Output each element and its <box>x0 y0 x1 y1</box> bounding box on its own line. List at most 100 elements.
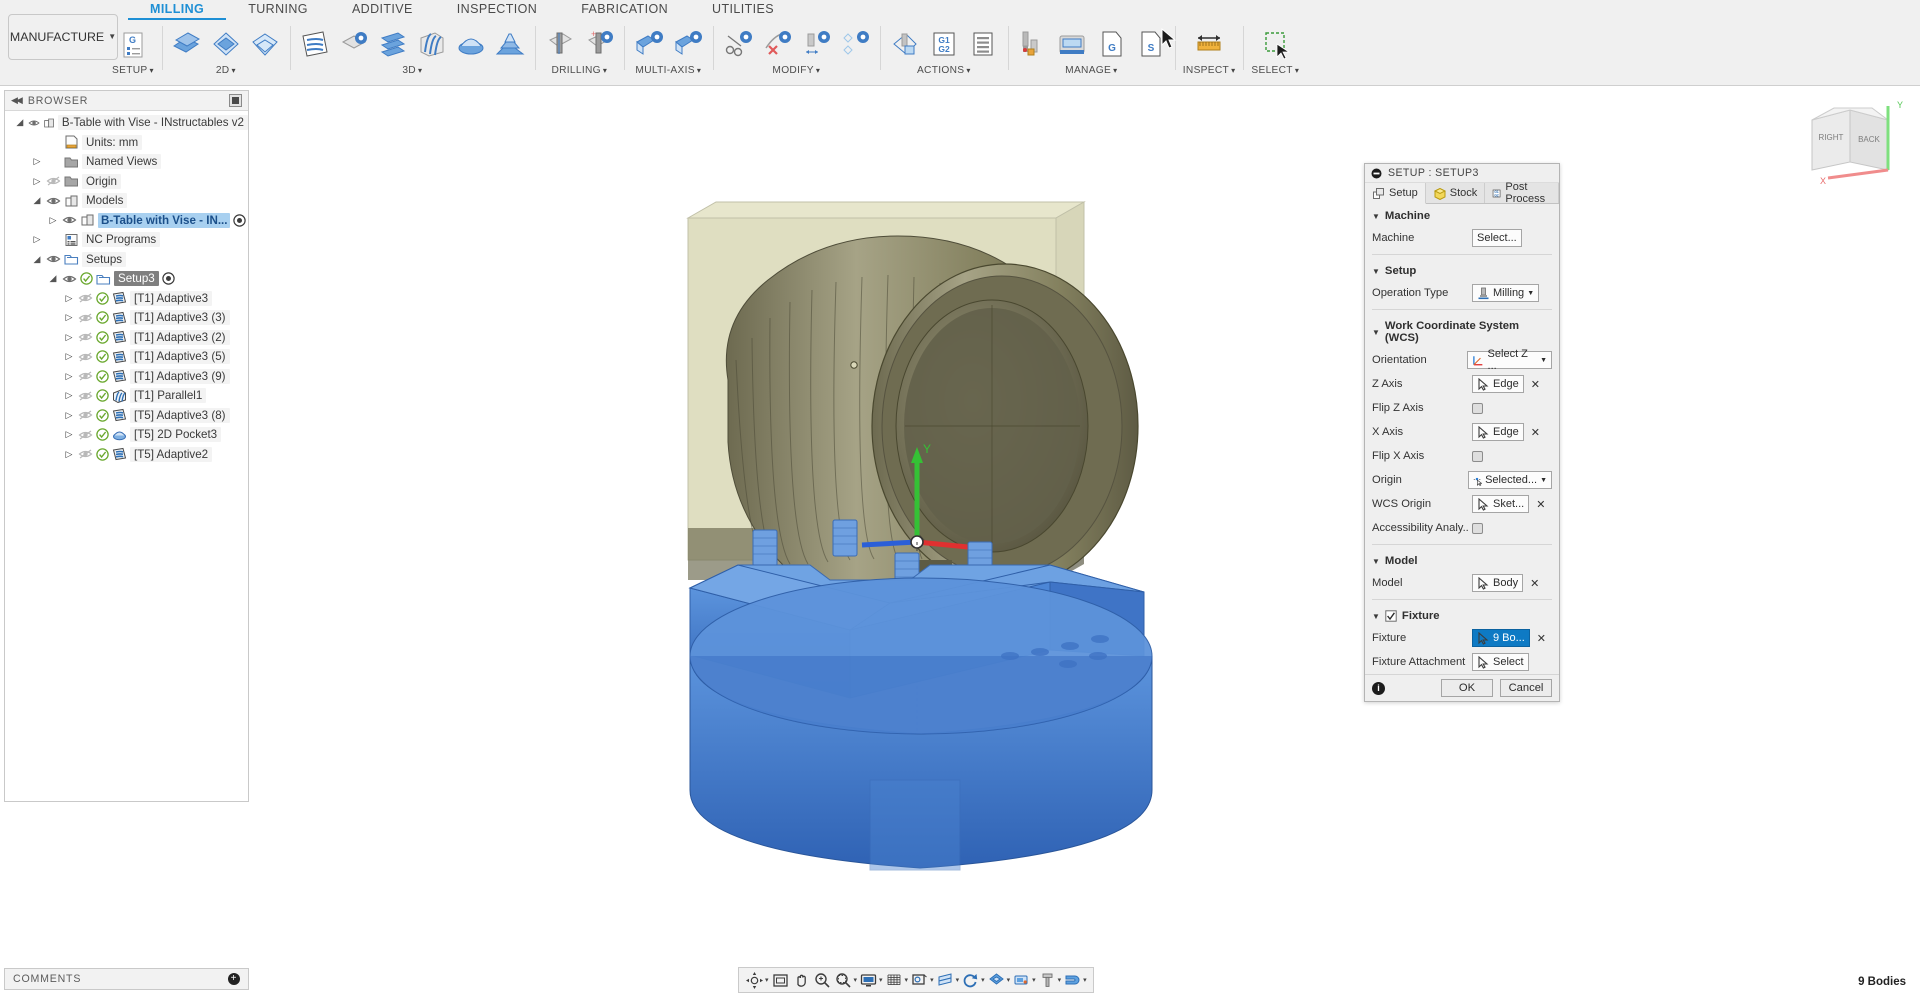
nav-section-analysis[interactable]: ▾ <box>936 971 959 990</box>
chevron-down-icon[interactable]: ▾ <box>1295 66 1299 75</box>
panel-label[interactable]: ACTIONS ▾ <box>917 65 971 76</box>
setup-g-code-icon[interactable]: G <box>116 28 150 64</box>
visibility-eye-off-icon[interactable] <box>78 448 93 460</box>
field-control[interactable]: Body <box>1472 574 1524 592</box>
tree-row[interactable]: Origin <box>5 172 248 192</box>
chevron-down-icon[interactable]: ▼ <box>1540 357 1547 364</box>
chevron-down-icon[interactable]: ▾ <box>1231 66 1235 75</box>
field-control[interactable]: Selected... ▼ <box>1467 471 1552 489</box>
expand-arrow-closed-icon[interactable] <box>31 234 43 245</box>
section-checkbox[interactable] <box>1385 610 1397 622</box>
chevron-down-icon[interactable]: ▾ <box>231 66 235 75</box>
field-checkbox[interactable] <box>1472 450 1483 462</box>
spiral-icon[interactable] <box>493 28 527 64</box>
clear-selection-icon[interactable]: ✕ <box>1528 378 1543 391</box>
visibility-eye-icon[interactable] <box>62 273 77 285</box>
setup-tab-post-process[interactable]: G1 G2 Post Process <box>1485 181 1559 205</box>
pocket-2d-icon[interactable] <box>209 28 243 64</box>
chevron-down-icon[interactable]: ▼ <box>1540 477 1547 484</box>
chevron-down-icon[interactable]: ▾ <box>1007 976 1011 984</box>
comments-bar[interactable]: COMMENTS + <box>4 968 249 990</box>
expand-arrow-closed-icon[interactable] <box>63 371 75 382</box>
swarf-icon[interactable] <box>632 28 666 64</box>
tree-row[interactable]: [T1] Adaptive3 (9) <box>5 367 248 387</box>
tree-row[interactable]: Setup3 <box>5 269 248 289</box>
visibility-eye-off-icon[interactable] <box>46 175 61 187</box>
expand-arrow-open-icon[interactable] <box>15 117 25 128</box>
chevron-down-icon[interactable]: ▾ <box>816 66 820 75</box>
visibility-eye-off-icon[interactable] <box>78 351 93 363</box>
cancel-button[interactable]: Cancel <box>1500 679 1552 697</box>
clear-selection-icon[interactable]: ✕ <box>1527 577 1542 590</box>
nav-fixture-visibility[interactable]: ▾ <box>1063 971 1087 990</box>
panel-label[interactable]: MULTI-AXIS ▾ <box>635 65 701 76</box>
tree-row[interactable]: [T1] Adaptive3 <box>5 289 248 309</box>
ok-button[interactable]: OK <box>1441 679 1493 697</box>
chevron-down-icon[interactable]: ▾ <box>603 66 607 75</box>
panel-label[interactable]: INSPECT ▾ <box>1183 65 1236 76</box>
visibility-eye-icon[interactable] <box>46 253 61 265</box>
setup-tab-stock[interactable]: Stock <box>1426 183 1486 203</box>
machine-visibility-icon[interactable] <box>987 971 1006 990</box>
expand-arrow-closed-icon[interactable] <box>63 410 75 421</box>
visibility-eye-off-icon[interactable] <box>78 390 93 402</box>
expand-arrow-closed-icon[interactable] <box>63 429 75 440</box>
visibility-eye-off-icon[interactable] <box>78 312 93 324</box>
machine-library-icon[interactable] <box>1055 28 1089 64</box>
panel-label[interactable]: SETUP ▾ <box>112 65 154 76</box>
zoom-window-icon[interactable] <box>834 971 853 990</box>
orbit-icon[interactable] <box>745 971 764 990</box>
visibility-eye-off-icon[interactable] <box>78 331 93 343</box>
bore-icon[interactable]: + <box>582 28 616 64</box>
tree-row[interactable]: [T1] Adaptive3 (5) <box>5 347 248 367</box>
tool-orientation-icon[interactable] <box>799 28 833 64</box>
chevron-down-icon[interactable]: ▾ <box>981 976 985 984</box>
g1-g2-icon[interactable]: G1G2 <box>927 28 961 64</box>
expand-arrow-open-icon[interactable] <box>31 195 43 206</box>
fixture-visibility-icon[interactable] <box>1063 971 1082 990</box>
panel-label[interactable]: DRILLING ▾ <box>551 65 607 76</box>
nav-orbit[interactable]: ▾ <box>745 971 769 990</box>
expand-arrow-closed-icon[interactable] <box>63 332 75 343</box>
nav-display-settings[interactable]: ▾ <box>859 971 883 990</box>
workspace-switcher-button[interactable]: MANUFACTURE ▼ <box>8 14 118 60</box>
chevron-down-icon[interactable]: ▾ <box>418 66 422 75</box>
probe-icon[interactable] <box>838 28 872 64</box>
panel-label[interactable]: 3D ▾ <box>402 65 422 76</box>
info-icon[interactable]: i <box>1372 681 1385 695</box>
viewports-icon[interactable] <box>910 971 929 990</box>
grid-snap-icon[interactable] <box>885 971 904 990</box>
tab-milling[interactable]: MILLING <box>128 0 227 20</box>
collapse-left-icon[interactable]: ◀◀ <box>11 95 23 106</box>
tree-row[interactable]: Named Views <box>5 152 248 172</box>
panel-label[interactable]: MODIFY ▾ <box>772 65 820 76</box>
scallop-icon[interactable] <box>454 28 488 64</box>
multi-axis-contour-icon[interactable] <box>671 28 705 64</box>
tree-row[interactable]: NC Programs <box>5 230 248 250</box>
panel-label[interactable]: MANAGE ▾ <box>1065 65 1117 76</box>
tree-row[interactable]: [T5] Adaptive2 <box>5 445 248 465</box>
pan-icon[interactable] <box>792 971 811 990</box>
chevron-down-icon[interactable]: ▼ <box>1372 328 1380 337</box>
nav-fit[interactable] <box>771 971 790 990</box>
field-checkbox[interactable] <box>1472 402 1483 414</box>
visibility-eye-off-icon[interactable] <box>78 292 93 304</box>
field-control[interactable]: Select... <box>1472 229 1522 247</box>
chevron-down-icon[interactable]: ▼ <box>1372 557 1380 566</box>
visibility-eye-icon[interactable] <box>46 195 61 207</box>
expand-arrow-closed-icon[interactable] <box>63 351 75 362</box>
nav-tool-visibility[interactable]: ▾ <box>1038 971 1061 990</box>
field-control[interactable]: Sket... <box>1472 495 1530 513</box>
tree-row[interactable]: [T1] Parallel1 <box>5 386 248 406</box>
field-control[interactable]: 9 Bo... <box>1472 629 1530 647</box>
nav-zoom[interactable] <box>813 971 832 990</box>
chevron-down-icon[interactable]: ▾ <box>1083 976 1087 984</box>
tree-row[interactable]: B-Table with Vise - INstructables v2 <box>5 113 248 133</box>
refresh-toolpath-icon[interactable] <box>961 971 980 990</box>
nav-refresh-toolpath[interactable]: ▾ <box>961 971 985 990</box>
nav-stock-visibility[interactable]: ▾ <box>1012 971 1036 990</box>
tab-turning[interactable]: TURNING <box>226 0 330 20</box>
expand-arrow-closed-icon[interactable] <box>47 215 59 226</box>
nav-machine-visibility[interactable]: ▾ <box>987 971 1011 990</box>
chevron-down-icon[interactable]: ▾ <box>1032 976 1036 984</box>
